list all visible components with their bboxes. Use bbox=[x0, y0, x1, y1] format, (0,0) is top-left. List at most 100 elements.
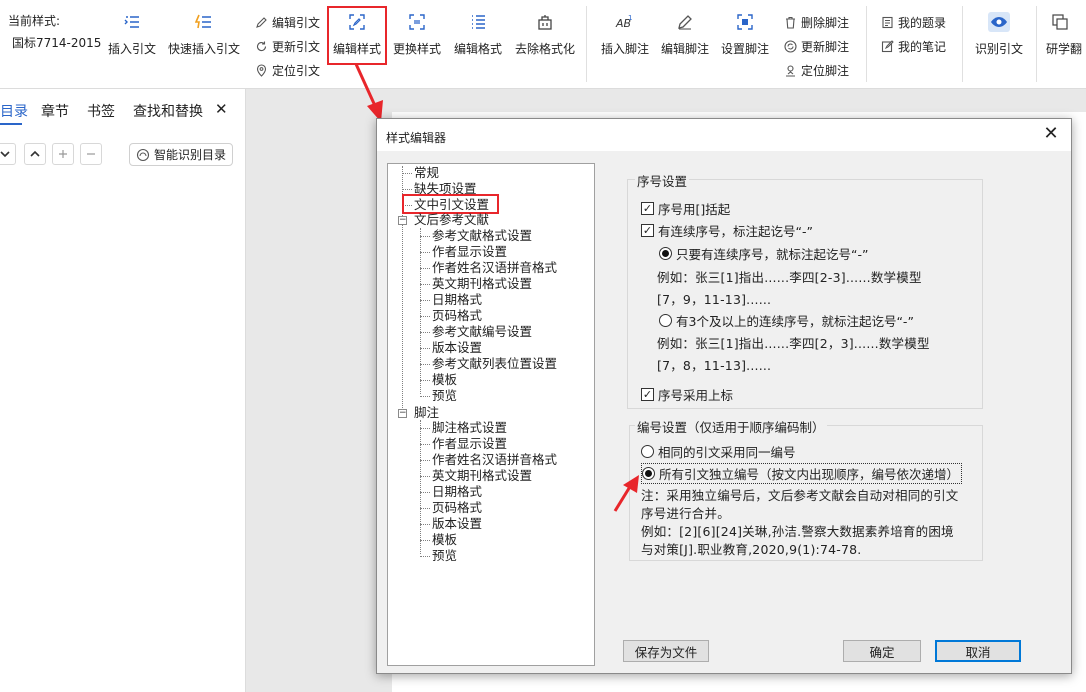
update-footnote-button[interactable]: 更新脚注 bbox=[783, 36, 849, 56]
remove-formatting-button[interactable]: 去除格式化 bbox=[513, 8, 577, 64]
research-button[interactable]: 研学翻 bbox=[1046, 8, 1086, 64]
tree-item-footnote-child-6[interactable]: 版本设置 bbox=[432, 516, 482, 532]
change-style-button[interactable]: 更换样式 bbox=[391, 8, 443, 64]
note-line2: 序号进行合并。 bbox=[641, 506, 730, 521]
tree-item-reference-child-5[interactable]: 页码格式 bbox=[432, 308, 482, 324]
tree-item-footnote-child-4[interactable]: 日期格式 bbox=[432, 484, 482, 500]
tree-item-footnote[interactable]: 脚注 bbox=[414, 405, 439, 421]
document-list-icon bbox=[880, 15, 894, 29]
option-any-consecutive-label: 只要有连续序号，就标注起讫号“-” bbox=[676, 247, 869, 262]
edit-citation-button[interactable]: 编辑引文 bbox=[254, 12, 320, 32]
brackets-checkbox[interactable]: ✓ 序号用[]括起 bbox=[641, 199, 730, 218]
same-number-radio[interactable]: 相同的引文采用同一编号 bbox=[641, 442, 796, 461]
recognize-citation-button[interactable]: 识别引文 bbox=[972, 8, 1026, 64]
insert-citation-icon bbox=[122, 12, 142, 32]
tree-item-footnote-child-1[interactable]: 作者显示设置 bbox=[432, 436, 507, 452]
insert-citation-button[interactable]: 插入引文 bbox=[106, 8, 158, 64]
tree-item-reference-child-3[interactable]: 英文期刊格式设置 bbox=[432, 276, 532, 292]
quick-insert-citation-label: 快速插入引文 bbox=[167, 42, 240, 56]
update-footnote-label: 更新脚注 bbox=[801, 39, 850, 54]
tree-item-reference-child-9[interactable]: 模板 bbox=[432, 372, 457, 388]
tab-bookmarks[interactable]: 书签 bbox=[87, 101, 115, 121]
tree-item-reference-child-8[interactable]: 参考文献列表位置设置 bbox=[432, 356, 557, 372]
delete-footnote-button[interactable]: 删除脚注 bbox=[783, 12, 849, 32]
tree-connector bbox=[420, 492, 430, 493]
chevron-up-button[interactable] bbox=[24, 143, 46, 165]
dialog-title: 样式编辑器 bbox=[386, 131, 447, 145]
tree-item-footnote-child-2[interactable]: 作者姓名汉语拼音格式 bbox=[432, 452, 557, 468]
chevron-down-button[interactable] bbox=[0, 143, 16, 165]
ok-button[interactable]: 确定 bbox=[843, 640, 921, 662]
collapse-button[interactable] bbox=[80, 143, 102, 165]
tree-item-reference-child-4[interactable]: 日期格式 bbox=[432, 292, 482, 308]
smart-recognize-icon bbox=[136, 148, 150, 161]
tree-item-references[interactable]: 文后参考文献 bbox=[414, 212, 489, 228]
option1-example-line2: [7，9，11-13]...... bbox=[657, 292, 772, 307]
tree-connector bbox=[420, 364, 430, 365]
location-pin-icon bbox=[254, 63, 268, 77]
tree-item-footnote-child-7[interactable]: 模板 bbox=[432, 532, 457, 548]
trash-icon bbox=[783, 15, 797, 29]
tree-item-footnote-child-8[interactable]: 预览 bbox=[432, 548, 457, 564]
brackets-label: 序号用[]括起 bbox=[658, 202, 731, 217]
tab-find-replace[interactable]: 查找和替换 bbox=[133, 101, 203, 121]
refresh-icon bbox=[254, 39, 268, 53]
edit-format-button[interactable]: 编辑格式 bbox=[452, 8, 504, 64]
svg-text:1: 1 bbox=[628, 14, 632, 22]
tree-item-reference-child-2[interactable]: 作者姓名汉语拼音格式 bbox=[432, 260, 557, 276]
option-three-consecutive-radio[interactable]: 有3个及以上的连续序号，就标注起讫号“-” bbox=[659, 311, 914, 330]
pen-icon bbox=[675, 12, 695, 32]
tree-connector bbox=[420, 540, 430, 541]
tree-item-reference-child-1[interactable]: 作者显示设置 bbox=[432, 244, 507, 260]
save-to-file-button[interactable]: 保存为文件 bbox=[623, 640, 709, 662]
edit-footnote-button[interactable]: 编辑脚注 bbox=[659, 8, 711, 64]
tree-item-footnote-child-0[interactable]: 脚注格式设置 bbox=[432, 420, 507, 436]
superscript-checkbox[interactable]: ✓ 序号采用上标 bbox=[641, 385, 733, 404]
dialog-close-button[interactable]: ✕ bbox=[1041, 124, 1061, 144]
ribbon-toolbar: 当前样式: 国标7714-2015 插入引文 快速插入引文 编辑引文 更新引文 … bbox=[0, 0, 1086, 89]
radio-unselected-icon bbox=[641, 445, 654, 458]
tab-toc[interactable]: 目录 bbox=[0, 101, 28, 121]
option-any-consecutive-radio[interactable]: 只要有连续序号，就标注起讫号“-” bbox=[659, 244, 868, 263]
style-editor-dialog: 样式编辑器 ✕ 常规 缺失项设置 文中引文设置 − 文后参考文献 − 脚注 参考… bbox=[376, 118, 1072, 674]
research-label: 研学翻 bbox=[1046, 42, 1083, 56]
update-citation-button[interactable]: 更新引文 bbox=[254, 36, 320, 56]
tree-item-reference-child-7[interactable]: 版本设置 bbox=[432, 340, 482, 356]
locate-footnote-button[interactable]: 定位脚注 bbox=[783, 60, 849, 80]
tree-connector bbox=[420, 508, 430, 509]
set-footnote-button[interactable]: 设置脚注 bbox=[719, 8, 771, 64]
consecutive-checkbox[interactable]: ✓ 有连续序号，标注起讫号“-” bbox=[641, 221, 813, 240]
tree-item-footnote-child-5[interactable]: 页码格式 bbox=[432, 500, 482, 516]
tree-item-reference-child-0[interactable]: 参考文献格式设置 bbox=[432, 228, 532, 244]
tree-item-general[interactable]: 常规 bbox=[414, 165, 439, 181]
my-topics-button[interactable]: 我的题录 bbox=[880, 12, 946, 32]
quick-insert-citation-button[interactable]: 快速插入引文 bbox=[166, 8, 242, 64]
close-panel-button[interactable]: ✕ bbox=[215, 100, 228, 118]
tree-item-reference-child-6[interactable]: 参考文献编号设置 bbox=[432, 324, 532, 340]
tree-connector bbox=[402, 189, 412, 190]
cancel-button[interactable]: 取消 bbox=[935, 640, 1021, 662]
numbering-settings-title: 编号设置（仅适用于顺序编码制） bbox=[635, 417, 827, 436]
sequence-settings-title: 序号设置 bbox=[635, 171, 690, 190]
edit-format-label: 编辑格式 bbox=[453, 42, 502, 56]
expand-button[interactable] bbox=[52, 143, 74, 165]
ribbon-separator bbox=[1036, 6, 1037, 82]
tree-connector bbox=[420, 332, 430, 333]
insert-footnote-button[interactable]: AB 1 插入脚注 bbox=[598, 8, 652, 64]
change-style-label: 更换样式 bbox=[392, 42, 441, 56]
smart-toc-button[interactable]: 智能识别目录 bbox=[129, 143, 234, 166]
current-style-value[interactable]: 国标7714-2015 bbox=[12, 34, 101, 51]
tree-item-reference-child-10[interactable]: 预览 bbox=[432, 388, 457, 404]
tree-collapse-icon[interactable]: − bbox=[398, 409, 407, 418]
tree-collapse-icon[interactable]: − bbox=[398, 216, 407, 225]
eraser-icon bbox=[535, 12, 555, 32]
delete-footnote-label: 删除脚注 bbox=[801, 15, 850, 30]
tree-connector bbox=[420, 428, 430, 429]
tab-chapters[interactable]: 章节 bbox=[41, 101, 69, 121]
tree-item-footnote-child-3[interactable]: 英文期刊格式设置 bbox=[432, 468, 532, 484]
my-notes-button[interactable]: 我的笔记 bbox=[880, 36, 946, 56]
tree-connector bbox=[420, 460, 430, 461]
locate-citation-button[interactable]: 定位引文 bbox=[254, 60, 320, 80]
independent-number-radio[interactable]: 所有引文独立编号（按文内出现顺序，编号依次递增） bbox=[641, 463, 963, 484]
ribbon-separator bbox=[962, 6, 963, 82]
